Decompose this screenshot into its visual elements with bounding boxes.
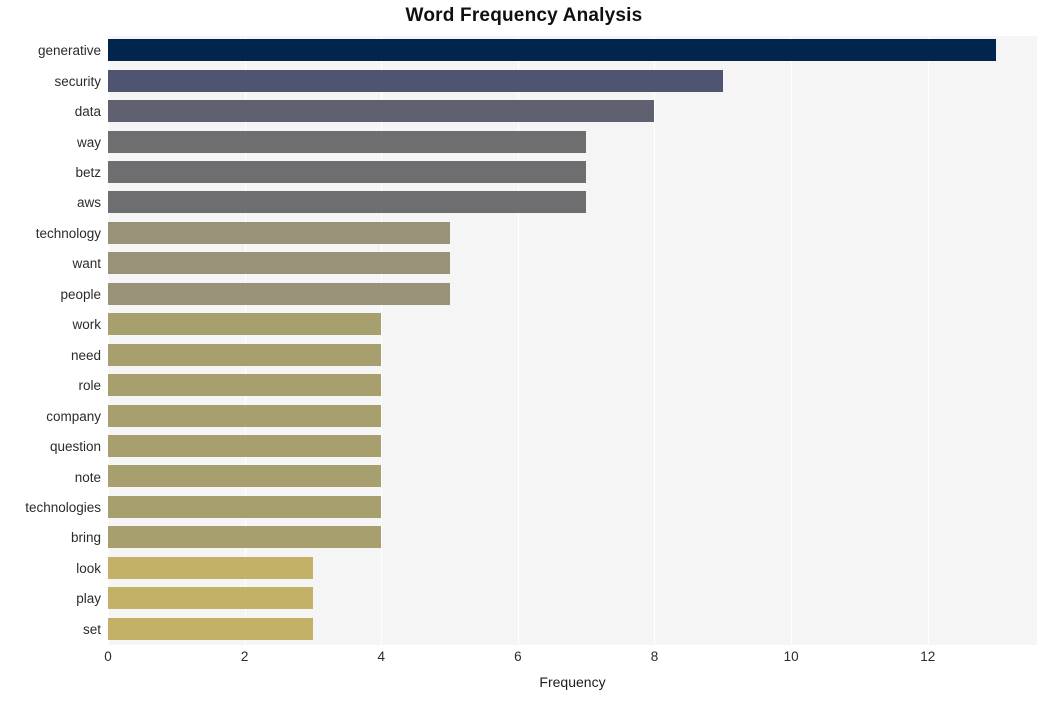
bar[interactable]	[108, 39, 996, 62]
bar[interactable]	[108, 130, 587, 153]
bar-row	[108, 36, 1037, 66]
x-tick-label: 12	[920, 649, 936, 664]
y-tick-label: set	[82, 621, 101, 637]
bar-row	[108, 584, 1037, 614]
bar[interactable]	[108, 495, 382, 518]
bars-layer	[108, 36, 1037, 645]
bar[interactable]	[108, 617, 313, 640]
y-tick-label: data	[74, 104, 101, 120]
y-tick-label: want	[72, 256, 101, 272]
bar-row	[108, 310, 1037, 340]
bar-row	[108, 615, 1037, 645]
y-tick-label: look	[76, 560, 101, 576]
bar-row	[108, 371, 1037, 401]
bar[interactable]	[108, 374, 382, 397]
bar-row	[108, 219, 1037, 249]
bar[interactable]	[108, 587, 313, 610]
x-tick-label: 6	[514, 649, 522, 664]
bar[interactable]	[108, 526, 382, 549]
bar[interactable]	[108, 404, 382, 427]
y-tick-label: technologies	[25, 499, 101, 515]
y-tick-label: technology	[35, 225, 101, 241]
bar-row	[108, 280, 1037, 310]
bar[interactable]	[108, 221, 450, 244]
y-tick-label: betz	[75, 165, 101, 181]
bar[interactable]	[108, 69, 723, 92]
x-axis-tick-labels: 0 2 4 6 8 10 12	[0, 649, 1048, 671]
y-tick-label: play	[76, 591, 101, 607]
word-frequency-chart-figure: Word Frequency Analysis generative securi…	[0, 0, 1048, 701]
bar-row	[108, 523, 1037, 553]
x-tick-label: 0	[104, 649, 112, 664]
bar[interactable]	[108, 252, 450, 275]
bar-row	[108, 249, 1037, 279]
bar-row	[108, 341, 1037, 371]
y-tick-label: company	[46, 408, 101, 424]
bar-row	[108, 401, 1037, 431]
bar-row	[108, 66, 1037, 96]
bar-row	[108, 97, 1037, 127]
bar[interactable]	[108, 556, 313, 579]
y-tick-label: question	[49, 439, 101, 455]
y-tick-label: security	[54, 73, 101, 89]
bar[interactable]	[108, 313, 382, 336]
y-tick-label: role	[78, 378, 101, 394]
bar[interactable]	[108, 465, 382, 488]
bar[interactable]	[108, 100, 655, 123]
bar[interactable]	[108, 160, 587, 183]
bar-row	[108, 188, 1037, 218]
x-tick-label: 10	[783, 649, 799, 664]
y-tick-label: way	[76, 134, 101, 150]
x-tick-label: 8	[650, 649, 659, 664]
y-tick-label: work	[72, 317, 101, 333]
y-tick-label: note	[74, 469, 101, 485]
chart-title: Word Frequency Analysis	[405, 5, 643, 26]
bar-row	[108, 493, 1037, 523]
bar[interactable]	[108, 435, 382, 458]
bar-row	[108, 462, 1037, 492]
bar[interactable]	[108, 343, 382, 366]
y-tick-label: need	[70, 347, 101, 363]
y-tick-label: aws	[76, 195, 101, 211]
y-tick-label: people	[60, 286, 101, 302]
x-tick-label: 4	[377, 649, 385, 664]
x-tick-label: 2	[240, 649, 249, 664]
plot-area	[108, 36, 1037, 645]
bar-row	[108, 127, 1037, 157]
bar-row	[108, 432, 1037, 462]
bar[interactable]	[108, 191, 587, 214]
x-axis-title: Frequency	[539, 674, 606, 690]
y-tick-label: generative	[37, 43, 101, 59]
bar-row	[108, 554, 1037, 584]
y-axis-tick-labels: generative security data way betz aws technolo…	[0, 36, 101, 645]
y-tick-label: bring	[70, 530, 101, 546]
bar[interactable]	[108, 282, 450, 305]
bar-row	[108, 158, 1037, 188]
